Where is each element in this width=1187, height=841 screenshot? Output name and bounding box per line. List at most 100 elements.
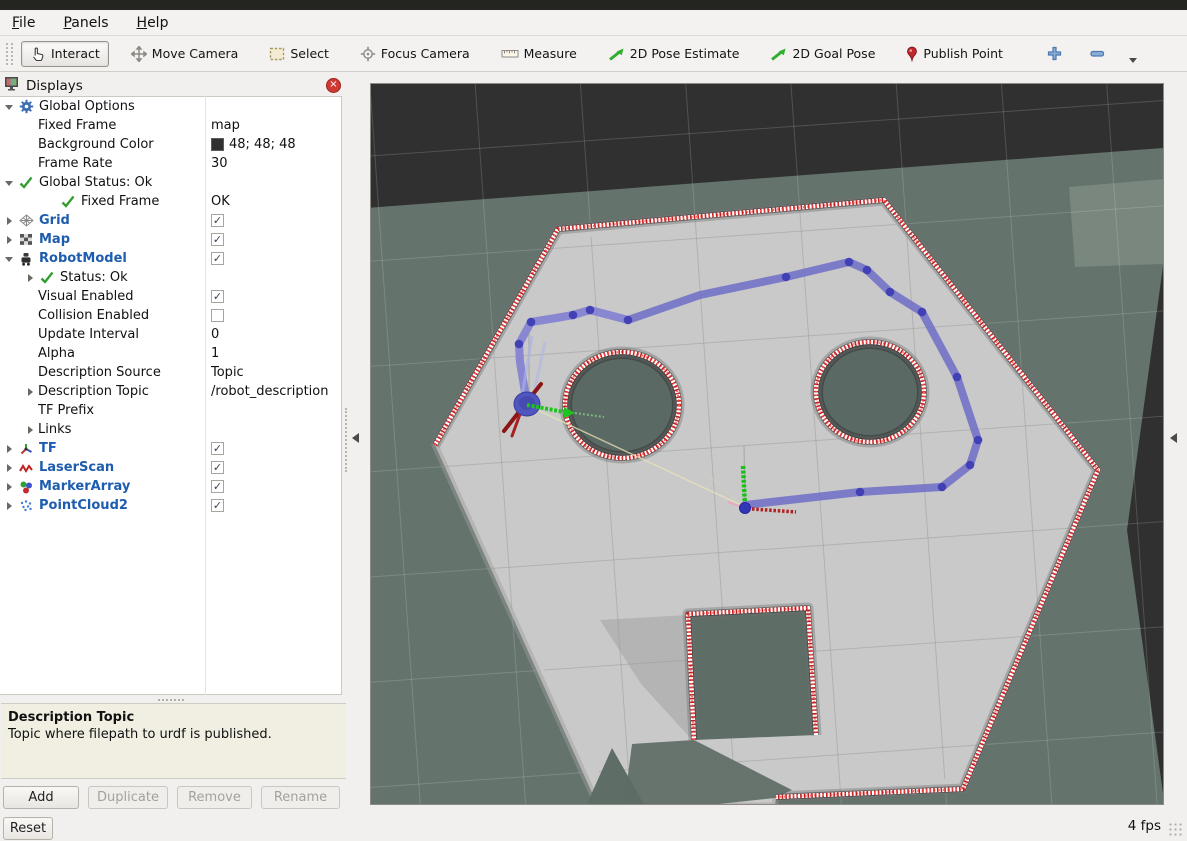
tree-row-grid[interactable]: Grid ✓ [0, 211, 341, 230]
row-value-cell: 0 [205, 327, 341, 342]
expander-closed-icon[interactable] [25, 272, 36, 283]
row-value-cell: 48; 48; 48 [205, 137, 341, 152]
expander-open-icon[interactable] [4, 101, 15, 112]
expander-closed-icon[interactable] [4, 234, 15, 245]
tree-row-fixed-frame[interactable]: Fixed Framemap [0, 116, 341, 135]
row-value-cell: ✓ [205, 499, 341, 512]
tree-row-robotmodel[interactable]: RobotModel✓ [0, 249, 341, 268]
expander-closed-icon[interactable] [4, 462, 15, 473]
expander-closed-icon[interactable] [4, 481, 15, 492]
toolbar-drag-handle[interactable] [6, 43, 13, 65]
enable-checkbox[interactable] [211, 309, 224, 322]
tool-move-camera[interactable]: Move Camera [122, 41, 248, 67]
doorway-interior [688, 608, 816, 740]
enable-checkbox[interactable]: ✓ [211, 480, 224, 493]
tree-row-frame-rate[interactable]: Frame Rate30 [0, 154, 341, 173]
rename-button[interactable]: Rename [261, 786, 340, 809]
enable-checkbox[interactable]: ✓ [211, 290, 224, 303]
duplicate-button[interactable]: Duplicate [88, 786, 168, 809]
tree-row-laserscan[interactable]: LaserScan✓ [0, 458, 341, 477]
tree-row-description-topic[interactable]: Description Topic/robot_description [0, 382, 341, 401]
left-panel-collapse-icon[interactable] [352, 433, 359, 443]
tree-row-alpha[interactable]: Alpha1 [0, 344, 341, 363]
enable-checkbox[interactable]: ✓ [211, 461, 224, 474]
enable-checkbox[interactable]: ✓ [211, 233, 224, 246]
tree-row-markerarray[interactable]: MarkerArray✓ [0, 477, 341, 496]
enable-checkbox[interactable]: ✓ [211, 499, 224, 512]
row-label-cell: Grid [0, 213, 205, 229]
tree-row-global-status-ok[interactable]: Global Status: Ok [0, 173, 341, 192]
tool-focus-camera[interactable]: Focus Camera [351, 41, 479, 67]
row-label: Links [38, 422, 71, 437]
tree-row-tf-prefix[interactable]: TF Prefix [0, 401, 341, 420]
tree-row-global-options[interactable]: Global Options [0, 97, 341, 116]
property-value[interactable]: /robot_description [211, 384, 328, 399]
tool-interact[interactable]: Interact [21, 41, 109, 67]
tree-row-status-ok[interactable]: Status: Ok [0, 268, 341, 287]
expander-closed-icon[interactable] [25, 386, 36, 397]
row-label-cell: Links [0, 422, 205, 437]
color-swatch[interactable] [211, 138, 224, 151]
row-value-cell: ✓ [205, 480, 341, 493]
menu-help[interactable]: Help [137, 15, 169, 31]
property-value[interactable]: 48; 48; 48 [229, 137, 296, 152]
menu-panels[interactable]: Panels [63, 15, 108, 31]
expander-closed-icon[interactable] [25, 424, 36, 435]
check-icon [59, 194, 77, 210]
enable-checkbox[interactable]: ✓ [211, 442, 224, 455]
property-value[interactable]: OK [211, 194, 230, 209]
tree-row-pointcloud2[interactable]: PointCloud2✓ [0, 496, 341, 515]
toolbar: Interact Move Camera Select Focus Camera Mea… [0, 36, 1187, 72]
tool-select[interactable]: Select [260, 41, 338, 66]
right-panel-collapse-icon[interactable] [1170, 433, 1177, 443]
row-label: TF [39, 441, 57, 456]
property-value[interactable]: map [211, 118, 240, 133]
tool-2d-goal-pose[interactable]: 2D Goal Pose [761, 41, 884, 66]
expander-open-icon[interactable] [4, 177, 15, 188]
property-value[interactable]: Topic [211, 365, 244, 380]
tree-row-links[interactable]: Links [0, 420, 341, 439]
tree-row-update-interval[interactable]: Update Interval0 [0, 325, 341, 344]
close-icon[interactable]: × [326, 78, 341, 93]
expander-spacer [25, 120, 36, 131]
tool-measure[interactable]: Measure [492, 41, 586, 66]
add-button[interactable]: Add [3, 786, 79, 809]
property-value[interactable]: 1 [211, 346, 219, 361]
render-viewport[interactable] [370, 83, 1164, 805]
splitter-dots[interactable] [345, 408, 347, 472]
focus-camera-icon [360, 46, 376, 62]
remove-button[interactable]: Remove [177, 786, 252, 809]
expander-open-icon[interactable] [4, 253, 15, 264]
move-camera-icon [131, 46, 147, 62]
expander-closed-icon[interactable] [4, 500, 15, 511]
tree-row-map[interactable]: Map✓ [0, 230, 341, 249]
tool-publish-point[interactable]: Publish Point [897, 41, 1012, 67]
enable-checkbox[interactable]: ✓ [211, 214, 224, 227]
tool-label: 2D Goal Pose [792, 46, 875, 61]
row-value-cell: ✓ [205, 442, 341, 455]
tree-row-tf[interactable]: TF ✓ [0, 439, 341, 458]
tree-row-description-source[interactable]: Description SourceTopic [0, 363, 341, 382]
menu-file[interactable]: File [12, 15, 35, 31]
tree-row-visual-enabled[interactable]: Visual Enabled ✓ [0, 287, 341, 306]
window-resize-grip[interactable] [1168, 822, 1183, 837]
enable-checkbox[interactable]: ✓ [211, 252, 224, 265]
row-label-cell: Description Topic [0, 384, 205, 399]
tree-row-collision-enabled[interactable]: Collision Enabled [0, 306, 341, 325]
add-tool-button[interactable] [1041, 41, 1068, 66]
publish-point-pin-icon [906, 46, 918, 62]
reset-button[interactable]: Reset [3, 817, 53, 840]
tree-row-fixed-frame[interactable]: Fixed FrameOK [0, 192, 341, 211]
panel-splitter-handle[interactable] [158, 699, 184, 701]
property-value[interactable]: 0 [211, 327, 219, 342]
tree-column-divider[interactable] [205, 96, 206, 695]
tree-row-background-color[interactable]: Background Color48; 48; 48 [0, 135, 341, 154]
tool-2d-pose-estimate[interactable]: 2D Pose Estimate [599, 41, 749, 66]
expander-closed-icon[interactable] [4, 215, 15, 226]
expander-closed-icon[interactable] [4, 443, 15, 454]
property-value[interactable]: 30 [211, 156, 228, 171]
toolbar-overflow-arrow-icon[interactable] [1129, 58, 1137, 63]
row-label-cell: Visual Enabled [0, 289, 205, 304]
displays-monitor-icon [4, 76, 20, 95]
remove-tool-button[interactable] [1084, 45, 1111, 63]
